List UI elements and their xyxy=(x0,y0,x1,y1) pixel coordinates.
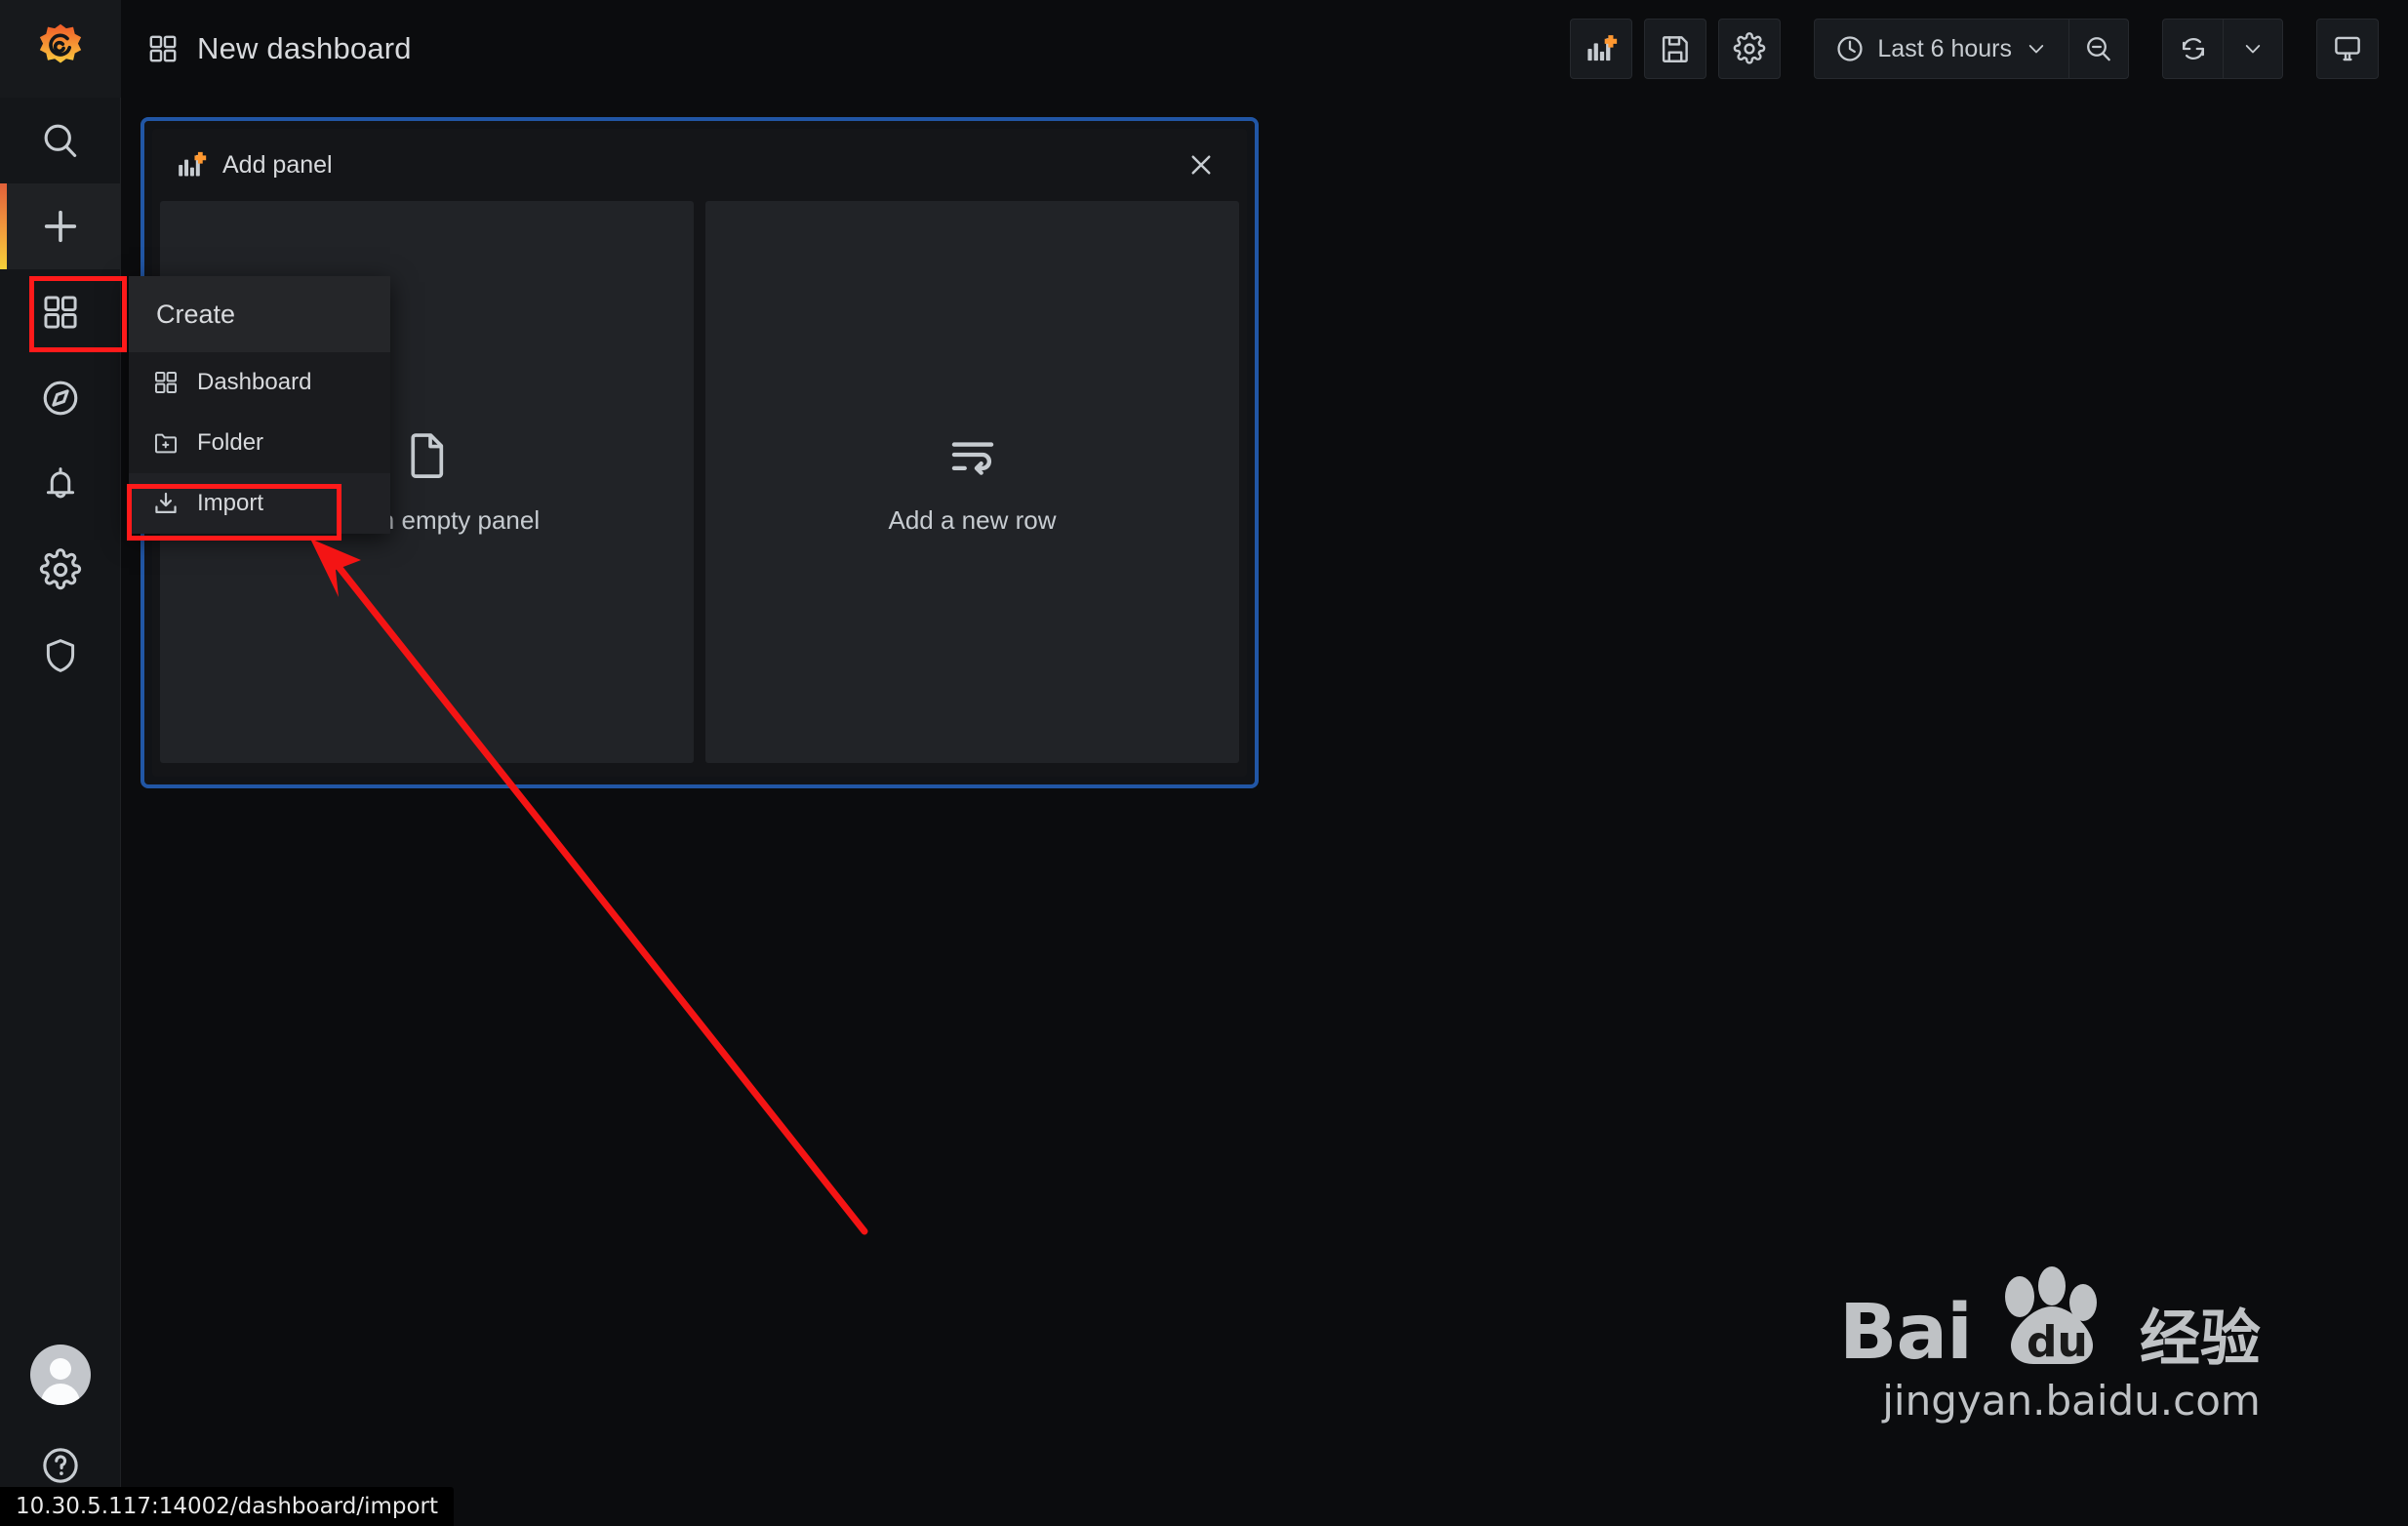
sidebar-item-help[interactable] xyxy=(39,1444,82,1487)
time-range-group: Last 6 hours xyxy=(1814,19,2129,79)
plus-icon xyxy=(44,210,76,243)
create-menu-header: Create xyxy=(129,276,390,352)
magnifier-minus-icon xyxy=(2087,37,2110,61)
svg-text:du: du xyxy=(2027,1317,2088,1367)
file-blank-icon xyxy=(410,432,443,478)
add-panel-header: Add panel xyxy=(152,129,1247,201)
sidebar-item-explore[interactable] xyxy=(0,355,121,441)
monitor-icon xyxy=(2335,36,2360,61)
gear-icon xyxy=(1734,32,1766,64)
kiosk-mode-button[interactable] xyxy=(2316,19,2379,79)
grafana-logo[interactable] xyxy=(0,0,121,98)
create-dropdown-menu: Create Dashboard Folder Import xyxy=(129,276,390,534)
create-menu-label-import: Import xyxy=(197,490,264,516)
add-panel-title-group: Add panel xyxy=(176,149,333,181)
dashboard-settings-button[interactable] xyxy=(1718,19,1782,79)
refresh-interval-dropdown[interactable] xyxy=(2223,19,2283,79)
toolbar-actions: Last 6 hours xyxy=(1570,19,2379,79)
sidebar-item-alerting[interactable] xyxy=(0,441,121,527)
avatar[interactable] xyxy=(29,1345,91,1405)
watermark-brand-latin: Bai xyxy=(1839,1288,1973,1377)
floppy-disk-icon xyxy=(1663,36,1689,62)
time-range-label: Last 6 hours xyxy=(1877,34,2012,62)
chevron-down-icon xyxy=(2245,45,2261,54)
time-range-picker[interactable]: Last 6 hours xyxy=(1814,19,2068,79)
bell-icon xyxy=(46,467,74,499)
bar-chart-plus-icon xyxy=(179,151,207,177)
sidebar-item-dashboards[interactable] xyxy=(0,269,121,355)
baidu-watermark: Bai du 经验 jingyan.baidu.com xyxy=(1839,1264,2261,1425)
avatar-body xyxy=(40,1384,80,1405)
refresh-group xyxy=(2162,19,2283,79)
save-dashboard-button[interactable] xyxy=(1644,19,1707,79)
breadcrumb[interactable]: New dashboard xyxy=(146,31,412,66)
sidebar xyxy=(0,0,121,1526)
chevron-down-icon xyxy=(2028,45,2044,54)
create-menu-item-dashboard[interactable]: Dashboard xyxy=(129,352,390,413)
top-toolbar: New dashboard Last 6 hours xyxy=(121,0,2408,98)
dashboard-grid-icon xyxy=(43,296,77,329)
create-menu-label-dashboard: Dashboard xyxy=(197,369,312,395)
app-root: New dashboard Last 6 hours Add panel Add… xyxy=(0,0,2408,1526)
refresh-circular-icon xyxy=(2182,37,2204,60)
create-menu-label-folder: Folder xyxy=(197,429,264,456)
baidu-paw-icon: du xyxy=(2004,1266,2097,1367)
add-new-row-label: Add a new row xyxy=(888,504,1057,535)
create-menu-item-folder[interactable]: Folder xyxy=(129,413,390,473)
refresh-button[interactable] xyxy=(2162,19,2223,79)
watermark-brand-cn: 经验 xyxy=(2139,1303,2261,1374)
watermark-url: jingyan.baidu.com xyxy=(1882,1377,2261,1425)
zoom-out-time-button[interactable] xyxy=(2068,19,2129,79)
watermark-logo-row: Bai du 经验 xyxy=(1839,1264,2261,1377)
question-circle-icon xyxy=(42,1448,78,1483)
sidebar-item-server-admin[interactable] xyxy=(0,613,121,699)
gear-icon xyxy=(39,548,81,590)
search-icon xyxy=(44,124,76,157)
sidebar-item-create[interactable] xyxy=(0,183,121,269)
shield-icon xyxy=(46,639,74,672)
create-menu-item-import[interactable]: Import xyxy=(129,473,390,534)
avatar-head xyxy=(49,1358,71,1380)
sidebar-item-search[interactable] xyxy=(0,98,121,183)
wrap-text-row-icon xyxy=(951,441,993,475)
page-title: New dashboard xyxy=(197,31,412,65)
status-bar-url: 10.30.5.117:14002/dashboard/import xyxy=(0,1487,455,1526)
import-download-icon xyxy=(155,492,177,513)
grafana-logo-icon xyxy=(39,23,81,63)
sidebar-item-configuration[interactable] xyxy=(0,527,121,613)
dashboard-grid-icon xyxy=(154,371,178,394)
folder-plus-icon xyxy=(154,433,178,454)
add-panel-title: Add panel xyxy=(222,150,333,179)
close-x-icon xyxy=(1191,155,1211,175)
active-accent-bar xyxy=(0,183,7,269)
add-new-row-card[interactable]: Add a new row xyxy=(705,201,1239,763)
dashboard-grid-icon xyxy=(149,35,177,62)
compass-icon xyxy=(43,381,77,416)
add-panel-close-button[interactable] xyxy=(1177,144,1225,185)
clock-icon xyxy=(1837,36,1864,61)
bar-chart-plus-icon xyxy=(1587,35,1618,61)
add-panel-button[interactable] xyxy=(1570,19,1633,79)
